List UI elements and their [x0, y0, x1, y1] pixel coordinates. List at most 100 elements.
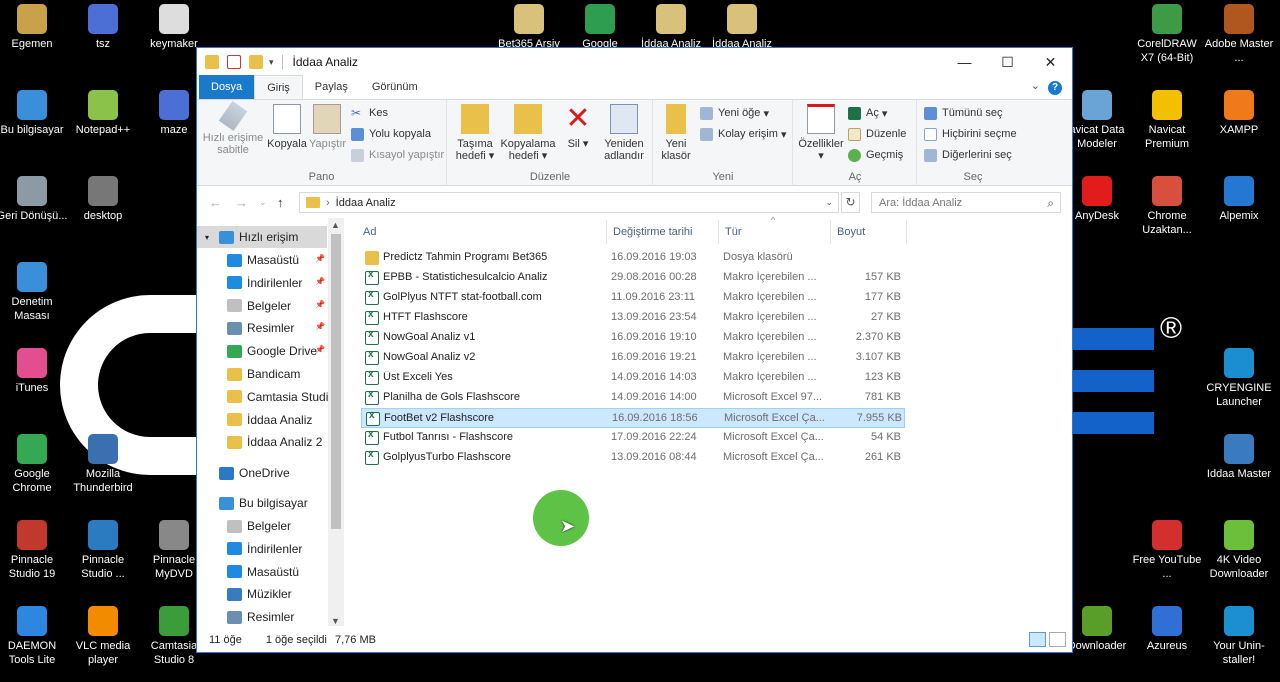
file-row[interactable]: Futbol Tanrısı - Flashscore 17.09.2016 22…: [361, 428, 905, 448]
paste-button[interactable]: Yapıştır: [309, 104, 346, 150]
copy-button[interactable]: Kopyala: [265, 104, 309, 150]
sidebar-item[interactable]: Masaüstü: [227, 561, 299, 583]
pin-icon[interactable]: 📌: [315, 277, 325, 286]
desktop-shortcut[interactable]: XAMPP: [1202, 90, 1276, 137]
sidebar-item[interactable]: İddaa Analiz: [227, 409, 312, 431]
delete-button[interactable]: ✕ Sil ▾: [560, 104, 596, 151]
desktop-shortcut[interactable]: Pinnacle Studio 19: [0, 520, 69, 581]
desktop-shortcut[interactable]: DAEMON Tools Lite: [0, 606, 69, 667]
select-none-button[interactable]: Hiçbirini seçme: [924, 125, 1017, 143]
copy-to-button[interactable]: Kopyalama hedefi ▾: [500, 104, 556, 162]
desktop-shortcut[interactable]: Geri Dönüşü...: [0, 176, 69, 223]
nav-onedrive[interactable]: OneDrive: [219, 462, 290, 484]
desktop-shortcut[interactable]: Google Chrome: [0, 434, 69, 495]
maximize-button[interactable]: ☐: [985, 48, 1030, 76]
desktop-shortcut[interactable]: İddaa Analiz: [634, 4, 708, 51]
refresh-button[interactable]: ↻: [841, 192, 860, 213]
desktop-shortcut[interactable]: VLC media player: [66, 606, 140, 667]
address-dropdown-icon[interactable]: ⌄: [825, 197, 833, 208]
copy-path-button[interactable]: Yolu kopyala: [351, 125, 431, 143]
sidebar-item[interactable]: İndirilenler: [227, 272, 302, 294]
paste-shortcut-button[interactable]: Kısayol yapıştır: [351, 146, 444, 164]
nav-scrollbar-thumb[interactable]: [331, 234, 341, 529]
file-row[interactable]: HTFT Flashscore 13.09.2016 23:54 Makro İçe…: [361, 308, 905, 328]
new-item-button[interactable]: Yeni öğe ▾: [700, 104, 769, 122]
desktop-shortcut[interactable]: Bet365 Arşiv: [492, 4, 566, 51]
close-button[interactable]: ✕: [1028, 48, 1073, 76]
pin-quick-access-button[interactable]: Hızlı erişime sabitle: [201, 101, 265, 156]
nav-this-pc[interactable]: Bu bilgisayar: [219, 492, 308, 514]
back-arrow-icon[interactable]: ←: [209, 195, 222, 210]
invert-selection-button[interactable]: Diğerlerini seç: [924, 146, 1012, 164]
desktop-shortcut[interactable]: Egemen: [0, 4, 69, 51]
ribbon-collapse-icon[interactable]: ⌄: [1031, 79, 1040, 92]
desktop-shortcut[interactable]: Chrome Uzaktan...: [1130, 176, 1204, 237]
pin-icon[interactable]: 📌: [315, 322, 325, 331]
desktop-shortcut[interactable]: Notepad++: [66, 90, 140, 137]
breadcrumb-current[interactable]: İddaa Analiz: [336, 197, 396, 209]
large-icons-view-icon[interactable]: [1049, 632, 1066, 647]
desktop-shortcut[interactable]: Pinnacle Studio ...: [66, 520, 140, 581]
sidebar-item[interactable]: Resimler: [227, 317, 294, 339]
scroll-down-icon[interactable]: ▼: [331, 616, 340, 626]
edit-button[interactable]: Düzenle: [848, 125, 906, 143]
rename-button[interactable]: Yeniden adlandır: [596, 104, 652, 162]
tab-dosya[interactable]: Dosya: [199, 75, 255, 99]
tab-paylas[interactable]: Paylaş: [303, 75, 360, 99]
sidebar-item[interactable]: Camtasia Studio: [227, 386, 335, 408]
desktop-shortcut[interactable]: CorelDRAW X7 (64-Bit): [1130, 4, 1204, 65]
help-icon[interactable]: ?: [1048, 81, 1062, 95]
desktop-shortcut[interactable]: Mozilla Thunderbird: [66, 434, 140, 495]
desktop-shortcut[interactable]: İddaa Analiz: [705, 4, 779, 51]
column-date[interactable]: Değiştirme tarihi: [607, 220, 719, 244]
desktop-shortcut[interactable]: Iddaa Master: [1202, 434, 1276, 481]
desktop-shortcut[interactable]: CRYENGINE Launcher: [1202, 348, 1276, 409]
file-row[interactable]: Predictz Tahmin Programı Bet365 16.09.201…: [361, 248, 905, 268]
desktop-shortcut[interactable]: Azureus: [1130, 606, 1204, 653]
sidebar-item[interactable]: Google Drive: [227, 340, 317, 362]
sidebar-item[interactable]: Belgeler: [227, 515, 291, 537]
details-view-icon[interactable]: [1029, 632, 1046, 647]
desktop-shortcut[interactable]: tsz: [66, 4, 140, 51]
tab-gorunum[interactable]: Görünüm: [360, 75, 430, 99]
file-row[interactable]: EPBB - Statistichesulcalcio Analiz 29.08.…: [361, 268, 905, 288]
sidebar-item[interactable]: Belgeler: [227, 295, 291, 317]
move-to-button[interactable]: Taşıma hedefi ▾: [452, 104, 498, 162]
properties-quick-icon[interactable]: [227, 55, 241, 69]
address-bar[interactable]: › İddaa Analiz ⌄: [299, 192, 839, 213]
scroll-up-icon[interactable]: ▲: [331, 220, 340, 230]
tab-giris[interactable]: Giriş: [254, 75, 303, 99]
pin-icon[interactable]: 📌: [315, 254, 325, 263]
desktop-shortcut[interactable]: keymaker: [137, 4, 211, 51]
desktop-shortcut[interactable]: desktop: [66, 176, 140, 223]
desktop-shortcut[interactable]: Denetim Masası: [0, 262, 69, 323]
search-input[interactable]: Ara: İddaa Analiz ⌕: [871, 192, 1061, 213]
history-button[interactable]: Geçmiş: [848, 146, 903, 164]
desktop-shortcut[interactable]: 4K Video Downloader: [1202, 520, 1276, 581]
new-folder-button[interactable]: Yeni klasör: [656, 104, 696, 162]
minimize-button[interactable]: —: [942, 48, 987, 76]
sidebar-item[interactable]: İndirilenler: [227, 538, 302, 560]
properties-button[interactable]: Özellikler ▾: [796, 104, 846, 162]
desktop-shortcut[interactable]: iTunes: [0, 348, 69, 395]
pin-icon[interactable]: 📌: [315, 345, 325, 354]
easy-access-button[interactable]: Kolay erişim ▾: [700, 125, 786, 143]
cut-button[interactable]: ✂ Kes: [351, 104, 388, 122]
file-row[interactable]: GolPlyus NTFT stat-football.com 11.09.201…: [361, 288, 905, 308]
select-all-button[interactable]: Tümünü seç: [924, 104, 1003, 122]
desktop-shortcut[interactable]: Navicat Premium: [1130, 90, 1204, 151]
expand-quick-access-icon[interactable]: ▾: [205, 231, 209, 243]
forward-arrow-icon[interactable]: →: [235, 195, 248, 210]
file-row[interactable]: Üst Exceli Yes 14.09.2016 14:03 Makro İçer…: [361, 368, 905, 388]
recent-locations-icon[interactable]: ⌄: [259, 197, 267, 208]
quick-access-dropdown-icon[interactable]: ▾: [269, 57, 274, 68]
nav-quick-access[interactable]: Hızlı erişim: [219, 226, 298, 248]
desktop-shortcut[interactable]: Free YouTube ...: [1130, 520, 1204, 581]
file-row[interactable]: NowGoal Analiz v2 16.09.2016 19:21 Makro İ…: [361, 348, 905, 368]
file-row[interactable]: NowGoal Analiz v1 16.09.2016 19:10 Makro İ…: [361, 328, 905, 348]
desktop-shortcut[interactable]: Google: [563, 4, 637, 51]
file-row[interactable]: GolplyusTurbo Flashscore 13.09.2016 08:44…: [361, 448, 905, 468]
desktop-shortcut[interactable]: Bu bilgisayar: [0, 90, 69, 137]
open-button[interactable]: Aç ▾: [848, 104, 887, 122]
sidebar-item[interactable]: Müzikler: [227, 583, 292, 605]
